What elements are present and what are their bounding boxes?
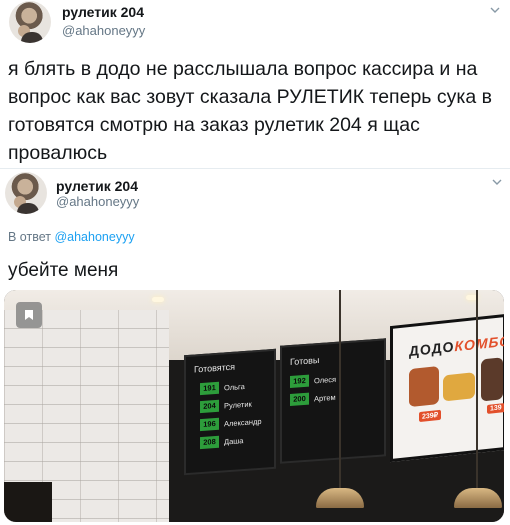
order-number: 191 (200, 381, 219, 396)
order-number: 200 (290, 392, 309, 407)
chevron-down-icon[interactable] (492, 178, 502, 188)
board-title: Готовятся (194, 361, 236, 375)
reply-prefix: В ответ (8, 230, 51, 244)
tweet-reply: рулетик 204 @ahahoneyyy В ответ @ahahone… (0, 168, 510, 525)
pendant-lamp (454, 488, 502, 508)
author-handle[interactable]: @ahahoneyyy (56, 194, 139, 209)
tweet-text: я блять в додо не расслышала вопрос касс… (8, 58, 492, 164)
promo-drink-image (409, 365, 439, 408)
author-name[interactable]: рулетик 204 (62, 4, 144, 20)
author-name[interactable]: рулетик 204 (56, 178, 138, 194)
order-row: 204 Рулетик (200, 396, 252, 414)
promo-logo-accent: КОМБО (454, 332, 504, 355)
order-board-ready: Готовы 192 Олеся 200 Артем (280, 338, 386, 464)
promo-fries-image (443, 372, 475, 402)
reply-context: В ответ @ahahoneyyy (8, 230, 135, 244)
order-number: 204 (200, 399, 219, 414)
lamp-cord (476, 290, 478, 490)
order-name: Рулетик (224, 398, 252, 410)
order-row: 192 Олеся (290, 372, 336, 389)
order-number: 192 (290, 374, 309, 389)
reply-handle-link[interactable]: @ahahoneyyy (54, 230, 134, 244)
order-name: Ольга (224, 381, 245, 392)
author-handle[interactable]: @ahahoneyyy (62, 23, 145, 38)
order-number: 208 (200, 435, 219, 450)
tweet-text: убейте меня (8, 260, 119, 281)
promo-screen: ДОДОКОМБО 239₽ 139 (390, 313, 504, 463)
order-row: 191 Ольга (200, 379, 245, 396)
chevron-down-icon[interactable] (490, 6, 500, 16)
order-number: 196 (200, 417, 219, 432)
order-name: Даша (224, 435, 244, 446)
order-name: Артем (314, 392, 336, 403)
board-title: Готовы (290, 354, 320, 368)
order-name: Александр (224, 416, 262, 428)
menu-sign (4, 482, 52, 522)
bookmark-icon[interactable] (16, 302, 42, 328)
author-avatar[interactable] (9, 1, 51, 43)
tweet-original: рулетик 204 @ahahoneyyy я блять в додо н… (0, 0, 510, 168)
tweet-photo[interactable]: Готовятся 191 Ольга 204 Рулетик 196 Алек… (4, 290, 504, 522)
ceiling-light (152, 297, 164, 302)
promo-logo: ДОДОКОМБО (409, 332, 504, 359)
lamp-cord (339, 290, 341, 490)
promo-price: 139 (487, 403, 504, 414)
promo-logo-main: ДОДО (409, 338, 455, 360)
promo-drink-image (481, 357, 503, 402)
promo-price: 239₽ (419, 409, 442, 423)
order-row: 208 Даша (200, 433, 243, 450)
order-board-preparing: Готовятся 191 Ольга 204 Рулетик 196 Алек… (184, 348, 276, 476)
pendant-lamp (316, 488, 364, 508)
order-row: 200 Артем (290, 390, 336, 407)
author-avatar[interactable] (5, 172, 47, 214)
order-row: 196 Александр (200, 414, 262, 432)
order-name: Олеся (314, 374, 337, 385)
